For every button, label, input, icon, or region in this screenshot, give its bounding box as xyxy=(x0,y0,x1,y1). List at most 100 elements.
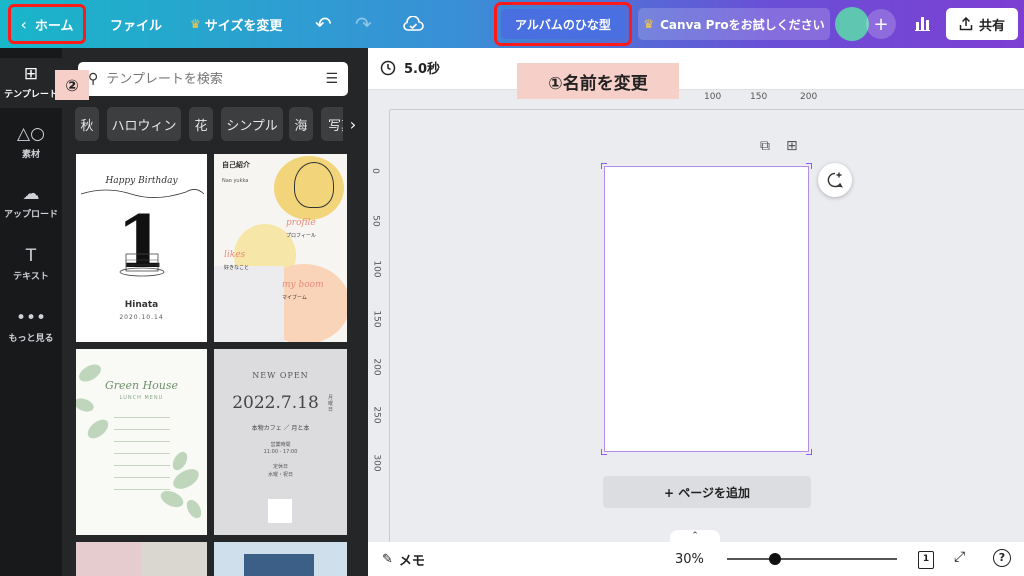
template-side-text: 月曜日 xyxy=(328,395,334,413)
side-nav-rail: ⊞ テンプレート △○ 素材 ☁ アップロード T テキスト ••• もっと見る xyxy=(0,48,62,576)
try-pro-button[interactable]: ♛ Canva Proをお試しください xyxy=(638,8,830,40)
horizontal-ruler: 100 150 200 xyxy=(390,90,1024,110)
duration-label: 5.0秒 xyxy=(404,62,441,77)
rail-item-templates[interactable]: ⊞ テンプレート xyxy=(0,58,62,108)
help-button[interactable]: ? xyxy=(993,549,1011,567)
rail-item-more[interactable]: ••• もっと見る xyxy=(0,308,62,344)
chevron-right-icon: › xyxy=(349,114,357,134)
template-card-birthday[interactable]: Happy Birthday 1 Hinata 2020.10.14 xyxy=(76,154,207,342)
design-title-button[interactable]: アルバムのひな型 xyxy=(501,9,625,39)
add-page-button[interactable]: + ページを追加 xyxy=(603,476,811,508)
avatar[interactable] xyxy=(835,7,869,41)
upload-icon xyxy=(959,17,973,31)
chevron-left-icon: ‹ xyxy=(20,14,27,34)
template-subheading: LUNCH MENU xyxy=(119,395,164,401)
template-name: Nao yukka xyxy=(222,178,249,184)
design-page[interactable] xyxy=(601,163,812,455)
template-hours-label: 営業時間 xyxy=(270,442,291,448)
page-corner xyxy=(601,163,607,169)
redo-button[interactable]: ↷ xyxy=(355,0,372,48)
rail-item-label: テンプレート xyxy=(4,90,58,100)
ruler-tick: 0 xyxy=(369,168,380,174)
ruler-tick: 150 xyxy=(371,310,382,328)
rail-item-label: アップロード xyxy=(3,210,58,220)
file-label: ファイル xyxy=(110,18,163,34)
rail-item-label: 素材 xyxy=(21,150,40,160)
page-corner xyxy=(601,449,607,455)
person-illustration xyxy=(294,162,334,208)
template-name: Hinata xyxy=(124,300,159,310)
chip[interactable]: 海 xyxy=(289,107,313,141)
zoom-slider[interactable] xyxy=(727,553,897,565)
duplicate-page-icon[interactable]: ⧉ xyxy=(760,138,770,154)
chip[interactable]: ハロウィン xyxy=(107,107,181,141)
decor-block xyxy=(214,266,284,342)
template-heading: NEW OPEN xyxy=(252,371,309,380)
template-heading: Green House xyxy=(104,379,179,392)
ruler-tick: 250 xyxy=(371,406,382,424)
template-card-green-house[interactable]: Green House LUNCH MENU xyxy=(76,349,207,535)
home-button[interactable]: ‹ ホーム xyxy=(8,4,86,44)
template-search-bar[interactable]: ⚲ ☰ xyxy=(78,62,348,96)
crown-icon: ♛ xyxy=(643,17,655,31)
chip[interactable]: 秋 xyxy=(75,107,99,141)
template-icon: ⊞ xyxy=(23,64,39,84)
share-label: 共有 xyxy=(978,18,1005,34)
notes-button[interactable]: ✎ メモ xyxy=(382,550,425,569)
upload-cloud-icon: ☁ xyxy=(22,184,40,204)
show-pages-toggle[interactable]: ⌃ xyxy=(670,530,720,542)
fullscreen-button[interactable]: ⤢ xyxy=(954,549,965,565)
search-input[interactable] xyxy=(106,71,297,87)
clock-icon xyxy=(380,60,396,75)
template-card-photo[interactable] xyxy=(76,542,207,576)
page-actions: ⧉ ⊞ xyxy=(760,138,798,154)
design-title-label: アルバムのひな型 xyxy=(515,17,611,32)
logo-box xyxy=(268,499,292,523)
page-corner xyxy=(806,449,812,455)
template-card-profile[interactable]: 自己紹介 Nao yukka profile プロフィール likes 好きなこ… xyxy=(214,154,347,342)
menu-lines xyxy=(114,411,170,491)
text-icon: T xyxy=(25,246,37,266)
rail-item-text[interactable]: T テキスト xyxy=(0,246,62,282)
page-corner xyxy=(806,163,812,169)
home-label: ホーム xyxy=(34,18,74,34)
template-card-new-open[interactable]: NEW OPEN 2022.7.18 月曜日 本物カフェ ／ 月と本 営業時間 … xyxy=(214,349,347,535)
zoom-slider-knob[interactable] xyxy=(768,553,781,565)
ruler-tick: 200 xyxy=(371,358,382,376)
pages-icon: 1 xyxy=(918,551,934,569)
add-comment-button[interactable] xyxy=(818,163,852,197)
add-page-icon[interactable]: ⊞ xyxy=(786,138,798,154)
resize-button[interactable]: ♛ サイズを変更 xyxy=(190,0,282,48)
chip[interactable]: シンプル xyxy=(221,107,283,141)
elements-icon: △○ xyxy=(17,124,45,144)
annotation-step2: ② xyxy=(55,70,89,100)
undo-button[interactable]: ↶ xyxy=(315,0,332,48)
insights-button[interactable] xyxy=(906,8,938,40)
ruler-tick: 50 xyxy=(370,215,381,227)
plus-icon: + xyxy=(873,13,889,35)
rail-item-label: テキスト xyxy=(13,272,49,282)
page-count-button[interactable]: 1 xyxy=(918,549,934,569)
rail-item-label: もっと見る xyxy=(8,334,54,344)
add-page-label: + ページを追加 xyxy=(664,485,750,500)
category-chips: 秋 ハロウィン 花 シンプル 海 写真 xyxy=(75,107,368,141)
top-bar: ‹ ホーム ファイル ♛ サイズを変更 ↶ ↷ アルバムのひな型 ♛ Canva… xyxy=(0,0,1024,48)
rail-item-elements[interactable]: △○ 素材 xyxy=(0,124,62,160)
annotation-step1: ①名前を変更 xyxy=(517,63,679,99)
template-card-room[interactable] xyxy=(214,542,347,576)
filter-icon[interactable]: ☰ xyxy=(325,71,338,87)
zoom-level[interactable]: 30% xyxy=(675,552,704,567)
more-icon: ••• xyxy=(15,308,47,328)
design-title-highlight: アルバムのひな型 xyxy=(494,2,632,46)
try-pro-label: Canva Proをお試しください xyxy=(660,17,825,32)
file-menu-button[interactable]: ファイル xyxy=(110,0,162,48)
add-member-button[interactable]: + xyxy=(866,9,896,39)
cloud-sync-button[interactable] xyxy=(402,0,424,48)
rail-item-uploads[interactable]: ☁ アップロード xyxy=(0,184,62,220)
page-duration[interactable]: 5.0秒 xyxy=(380,58,440,77)
template-section: likes xyxy=(224,250,246,260)
share-button[interactable]: 共有 xyxy=(946,8,1018,40)
chip[interactable]: 花 xyxy=(189,107,213,141)
chips-next-button[interactable]: › xyxy=(343,107,363,141)
pencil-lines-icon: ✎ xyxy=(382,552,393,567)
